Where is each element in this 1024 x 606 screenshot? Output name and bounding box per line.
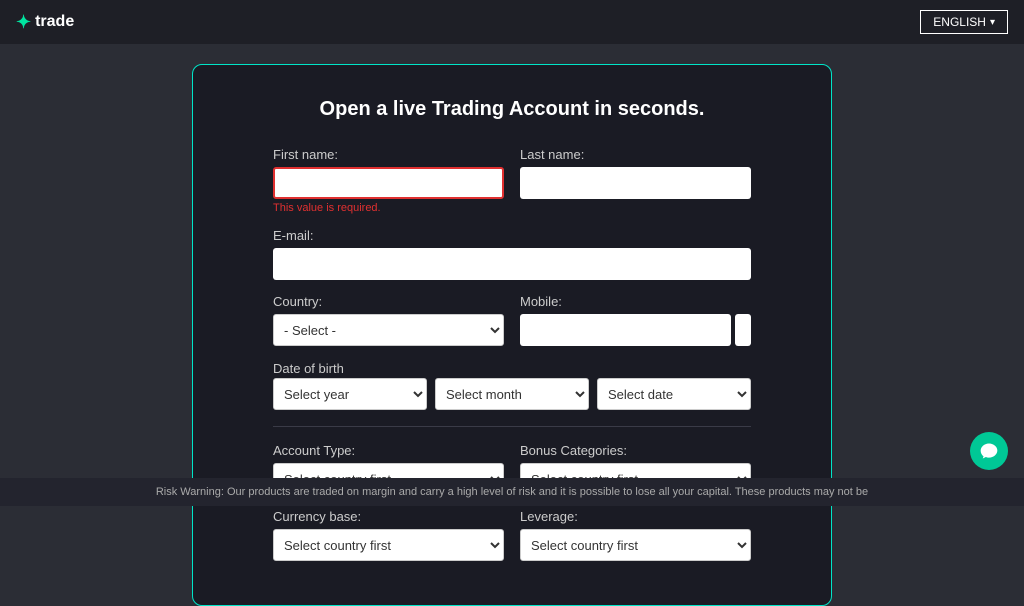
leverage-select[interactable]: Select country first — [520, 529, 751, 561]
last-name-label: Last name: — [520, 147, 751, 162]
leverage-group: Leverage: Select country first — [520, 509, 751, 561]
mobile-code-input[interactable] — [520, 314, 731, 346]
email-input[interactable] — [273, 248, 751, 280]
first-name-group: First name: This value is required. — [273, 147, 504, 214]
registration-form-card: Open a live Trading Account in seconds. … — [192, 64, 832, 606]
header: ✦ trade ENGLISH ▾ — [0, 0, 1024, 44]
last-name-input[interactable] — [520, 167, 751, 199]
country-label: Country: — [273, 294, 504, 309]
country-select[interactable]: - Select - — [273, 314, 504, 346]
email-group: E-mail: — [273, 228, 751, 280]
mobile-number-input[interactable] — [735, 314, 751, 346]
currency-select[interactable]: Select country first — [273, 529, 504, 561]
chevron-down-icon: ▾ — [990, 17, 995, 28]
language-label: ENGLISH — [933, 15, 986, 29]
dob-month-select[interactable]: Select month — [435, 378, 589, 410]
mobile-inputs — [520, 314, 751, 346]
currency-group: Currency base: Select country first — [273, 509, 504, 561]
dob-row: Select year Select month Select date — [273, 378, 751, 410]
dob-date-select[interactable]: Select date — [597, 378, 751, 410]
email-row: E-mail: — [273, 228, 751, 280]
currency-label: Currency base: — [273, 509, 504, 524]
logo: ✦ trade — [16, 12, 74, 33]
section-divider — [273, 426, 751, 427]
country-mobile-row: Country: - Select - Mobile: — [273, 294, 751, 346]
logo-text: trade — [35, 13, 74, 31]
leverage-label: Leverage: — [520, 509, 751, 524]
form-title: Open a live Trading Account in seconds. — [273, 95, 751, 123]
country-group: Country: - Select - — [273, 294, 504, 346]
main-content: Open a live Trading Account in seconds. … — [0, 44, 1024, 606]
mobile-group: Mobile: — [520, 294, 751, 346]
logo-icon: ✦ — [16, 12, 31, 33]
first-name-label: First name: — [273, 147, 504, 162]
dob-label: Date of birth — [273, 361, 344, 376]
currency-leverage-row: Currency base: Select country first Leve… — [273, 509, 751, 561]
name-row: First name: This value is required. Last… — [273, 147, 751, 214]
chat-bubble-button[interactable] — [970, 432, 1008, 470]
account-type-label: Account Type: — [273, 443, 504, 458]
first-name-input[interactable] — [273, 167, 504, 199]
dob-year-select[interactable]: Select year — [273, 378, 427, 410]
risk-warning-text: Risk Warning: Our products are traded on… — [156, 486, 868, 498]
first-name-error: This value is required. — [273, 202, 504, 214]
risk-warning-footer: Risk Warning: Our products are traded on… — [0, 478, 1024, 506]
chat-icon — [979, 441, 999, 461]
mobile-label: Mobile: — [520, 294, 751, 309]
last-name-group: Last name: — [520, 147, 751, 214]
bonus-label: Bonus Categories: — [520, 443, 751, 458]
dob-group: Date of birth Select year Select month S… — [273, 360, 751, 410]
language-button[interactable]: ENGLISH ▾ — [920, 10, 1008, 34]
email-label: E-mail: — [273, 228, 751, 243]
